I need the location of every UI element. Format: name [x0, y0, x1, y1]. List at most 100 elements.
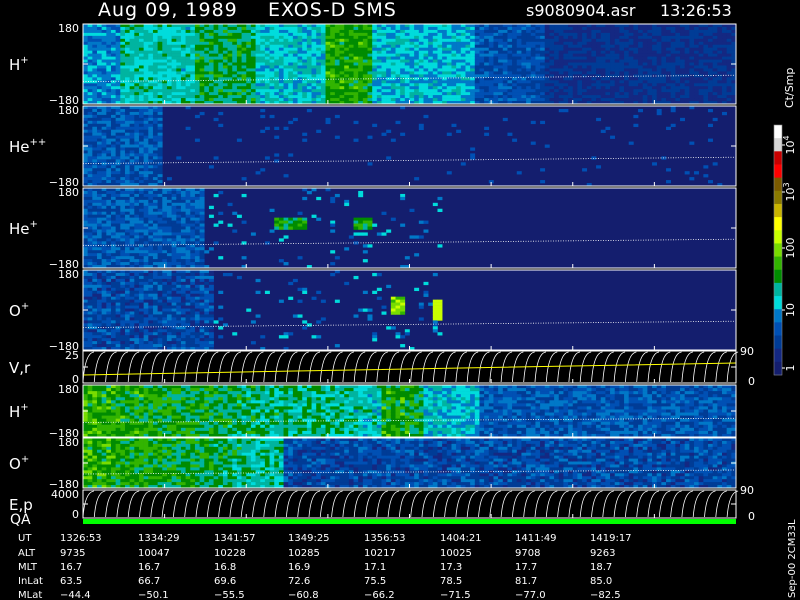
spectrogram-cell: [535, 56, 541, 60]
spectrogram-cell: [675, 53, 681, 57]
spectrogram-cell: [521, 68, 527, 72]
spectrogram-cell: [666, 50, 671, 54]
spectrogram-cell: [386, 98, 392, 102]
spectrogram-cell: [316, 71, 322, 75]
spectrogram-cell: [409, 98, 415, 102]
spectrogram-cell: [395, 86, 401, 90]
spectrogram-cell: [134, 65, 140, 69]
spectrogram-cell: [106, 92, 112, 96]
spectrogram-cell: [120, 193, 126, 198]
spectrogram-cell: [614, 56, 620, 60]
spectrogram-cell: [134, 247, 140, 251]
spectrogram-cell: [628, 80, 634, 84]
spectrogram-cell: [124, 250, 130, 254]
spectrogram-cell: [722, 41, 727, 46]
spectrogram-cell: [180, 26, 186, 31]
spectrogram-cell: [101, 83, 107, 87]
spectrogram-cell: [115, 144, 121, 148]
spectrogram-cell: [484, 38, 490, 43]
spectrogram-cell: [115, 71, 121, 75]
spectrogram-cell: [610, 44, 616, 48]
spectrogram-cell: [96, 44, 102, 48]
spectrogram-cell: [185, 92, 191, 96]
spectrogram-cell: [362, 26, 368, 31]
spectrogram-cell: [152, 193, 158, 198]
spectrogram-cell: [670, 89, 676, 93]
spectrogram-cell: [199, 50, 205, 54]
spectrogram-cell: [316, 47, 322, 51]
spectrogram-cell: [624, 44, 630, 48]
spectrogram-cell: [428, 44, 434, 48]
spectrogram-cell: [614, 65, 620, 69]
spectrogram-cell: [302, 50, 308, 54]
spectrogram-cell: [110, 165, 116, 169]
spectrogram-cell: [134, 238, 140, 242]
spectrogram-cell: [124, 141, 130, 145]
spectrogram-cell: [143, 199, 149, 204]
spectrogram-cell: [180, 47, 186, 51]
spectrogram-cell: [624, 80, 630, 84]
spectrogram-cell: [124, 65, 130, 69]
spectrogram-cell: [194, 26, 200, 31]
spectrogram-cell: [460, 29, 466, 34]
spectrogram-cell: [124, 111, 130, 116]
spectrogram-cell: [241, 65, 247, 69]
spectrogram-cell: [428, 71, 434, 75]
spectrogram-cell: [87, 41, 93, 46]
spectrogram-cell: [372, 41, 378, 46]
spectrogram-cell: [83, 138, 88, 142]
spectrogram-cell: [148, 238, 154, 242]
spectrogram-cell: [260, 92, 266, 96]
spectrogram-cell: [512, 71, 518, 75]
spectrogram-cell: [143, 177, 149, 181]
spectrogram-cell: [488, 80, 494, 84]
spectrogram-cell: [176, 41, 182, 46]
spectrogram-cell: [264, 35, 270, 40]
spectrogram-cell: [549, 68, 555, 72]
spectrogram-cell: [227, 47, 233, 51]
spectrogram-cell: [101, 123, 107, 128]
spectrogram-cell: [703, 53, 709, 57]
spectrogram-cell: [558, 29, 564, 34]
spectrogram-cell: [353, 83, 359, 87]
spectrogram-cell: [418, 83, 424, 87]
spectrogram-cell: [208, 53, 214, 57]
spectrogram-cell: [148, 235, 154, 239]
spectrogram-cell: [437, 35, 443, 40]
spectrogram-cell: [708, 26, 713, 31]
spectrogram-cell: [129, 159, 135, 163]
spectrogram-cell: [83, 47, 88, 51]
spectrogram-cell: [386, 95, 392, 99]
spectrogram-cell: [227, 89, 233, 93]
spectrogram-cell: [656, 80, 662, 84]
spectrogram-cell: [507, 95, 513, 99]
spectrogram-cell: [138, 193, 144, 198]
spectrogram-cell: [148, 217, 154, 221]
spectrogram-cell: [628, 86, 634, 90]
spectrogram-cell: [106, 29, 112, 34]
spectrogram-cell: [614, 95, 620, 99]
spectrogram-cell: [129, 171, 135, 175]
spectrogram-cell: [512, 77, 518, 81]
spectrogram-cell: [292, 80, 298, 84]
spectrogram-cell: [115, 259, 121, 263]
spectrogram-cell: [204, 92, 210, 96]
spectrogram-cell: [474, 59, 480, 63]
spectrogram-cell: [92, 211, 98, 215]
spectrogram-cell: [451, 29, 457, 34]
spectrogram-cell: [610, 98, 616, 102]
spectrogram-cell: [605, 29, 611, 34]
spectrogram-cell: [633, 89, 639, 93]
spectrogram-cell: [717, 50, 723, 54]
spectrogram-cell: [442, 68, 448, 72]
spectrogram-cell: [124, 190, 130, 195]
spectrogram-cell: [656, 56, 662, 60]
spectrogram-cell: [260, 86, 266, 90]
spectrogram-cell: [586, 98, 592, 102]
spectrogram-cell: [143, 150, 149, 154]
spectrogram-cell: [568, 35, 574, 40]
spectrogram-cell: [143, 83, 149, 87]
spectrogram-cell: [479, 50, 485, 54]
spectrogram-cell: [148, 153, 154, 157]
spectrogram-cell: [232, 68, 238, 72]
